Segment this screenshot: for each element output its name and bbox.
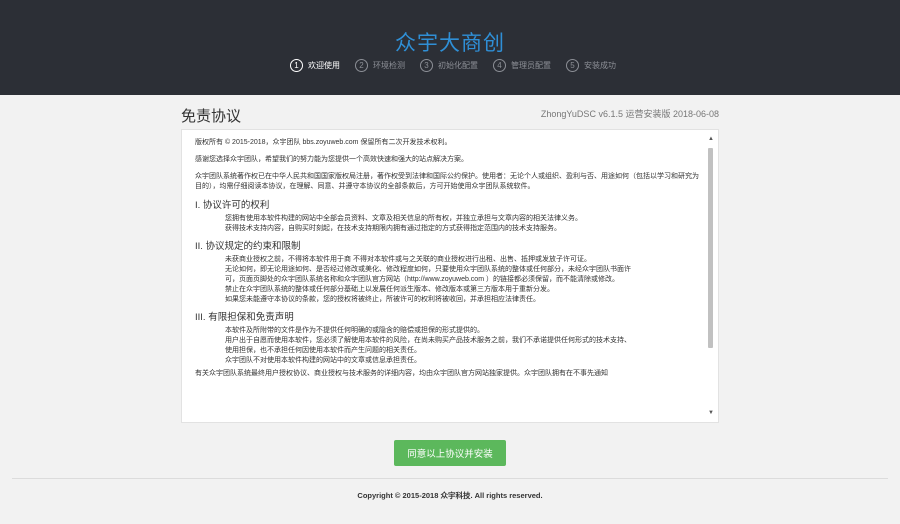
agreement-paragraph: 版权所有 © 2015-2018，众宇团队 bbs.zoyuweb.com 保留… (195, 139, 452, 146)
step-number: 1 (290, 58, 303, 72)
agreement-paragraph: 众宇团队系统著作权已在中华人民共和国国家版权局注册，著作权受到法律和国际公约保护… (195, 173, 699, 190)
scroll-down-arrow-icon[interactable]: ▼ (708, 410, 714, 416)
step-label: 欢迎使用 (308, 60, 340, 70)
step-number: 4 (493, 58, 506, 72)
agreement-paragraph: 有关众宇团队系统最终用户授权协议、商业授权与技术服务的详细内容，均由众宇团队官方… (195, 370, 608, 377)
agreement-clause: 如果您未能遵守本协议的条款，您的授权将被终止，所被许可的权利将被收回，并承担相应… (225, 296, 540, 303)
agree-install-button[interactable]: 同意以上协议并安装 (394, 440, 506, 466)
agreement-clause: 无论如何，即无论用途如何、是否经过修改或美化、修改程度如何，只要使用众宇团队系统… (225, 266, 631, 273)
step-admin-config: 4 管理员配置 (493, 58, 551, 72)
scrollbar[interactable]: ▲ ▼ (707, 136, 714, 416)
agreement-clause: 用户出于自愿而使用本软件，您必须了解使用本软件的风险，在尚未购买产品技术服务之前… (225, 337, 631, 344)
step-env-check: 2 环境检测 (355, 58, 405, 72)
section-heading: I. 协议许可的权利 (195, 200, 270, 211)
step-install-success: 5 安装成功 (566, 58, 616, 72)
section-heading: II. 协议规定的约束和限制 (195, 241, 301, 252)
step-welcome: 1 欢迎使用 (290, 58, 340, 72)
step-label: 安装成功 (584, 60, 616, 70)
agreement-clause: 您拥有使用本软件构建的网站中全部会员资料、文章及相关信息的所有权，并独立承担与文… (225, 215, 582, 222)
step-label: 环境检测 (373, 60, 405, 70)
step-label: 管理员配置 (511, 60, 551, 70)
agreement-clause: 获得技术支持内容，自购买时刻起，在技术支持期限内拥有通过指定的方式获得指定范围内… (225, 225, 561, 232)
version-info: ZhongYuDSC v6.1.5 运营安装版 2018-06-08 (540, 109, 719, 119)
scroll-thumb[interactable] (708, 148, 713, 348)
agreement-text: 版权所有 © 2015-2018，众宇团队 bbs.zoyuweb.com 保留… (195, 138, 703, 416)
footer-copyright: Copyright © 2015-2018 众宇科技. All rights r… (357, 491, 543, 500)
agreement-clause: 众宇团队不对使用本软件构建的网站中的文章或信息承担责任。 (225, 357, 421, 364)
brand-title: 众宇大商创 (395, 32, 505, 55)
agreement-paragraph: 感谢您选择众宇团队，希望我们的努力能为您提供一个高效快速和强大的站点解决方案。 (195, 156, 468, 163)
section-heading: III. 有限担保和免责声明 (195, 312, 294, 323)
step-number: 3 (420, 58, 433, 72)
footer-divider (12, 478, 888, 479)
page-title: 免责协议 (181, 108, 242, 125)
step-number: 2 (355, 58, 368, 72)
title-row: 免责协议 ZhongYuDSC v6.1.5 运营安装版 2018-06-08 (181, 103, 719, 125)
agreement-clause: 可，页面页脚处的众宇团队系统名称和众宇团队官方网站（http://www.zoy… (225, 276, 619, 283)
header: 众宇大商创 1 欢迎使用 2 环境检测 3 初始化配置 4 管理员配置 5 安装… (0, 0, 900, 95)
agreement-clause: 禁止在众宇团队系统的整体或任何部分基础上以发展任何派生版本、修改版本或第三方版本… (225, 286, 554, 293)
step-label: 初始化配置 (438, 60, 478, 70)
agreement-clause: 使用担保，也不承担任何因使用本软件而产生问题的相关责任。 (225, 347, 421, 354)
agreement-clause: 未获商业授权之前，不得将本软件用于商 不得对本软件或与之关联的商业授权进行出租、… (225, 256, 591, 263)
step-init-config: 3 初始化配置 (420, 58, 478, 72)
scroll-up-arrow-icon[interactable]: ▲ (708, 136, 714, 142)
install-steps: 1 欢迎使用 2 环境检测 3 初始化配置 4 管理员配置 5 安装成功 (290, 57, 631, 73)
step-number: 5 (566, 58, 579, 72)
agreement-box[interactable]: 版权所有 © 2015-2018，众宇团队 bbs.zoyuweb.com 保留… (181, 129, 719, 423)
agreement-clause: 本软件及所附带的文件是作为不提供任何明确的或隐含的赔偿或担保的形式提供的。 (225, 327, 484, 334)
